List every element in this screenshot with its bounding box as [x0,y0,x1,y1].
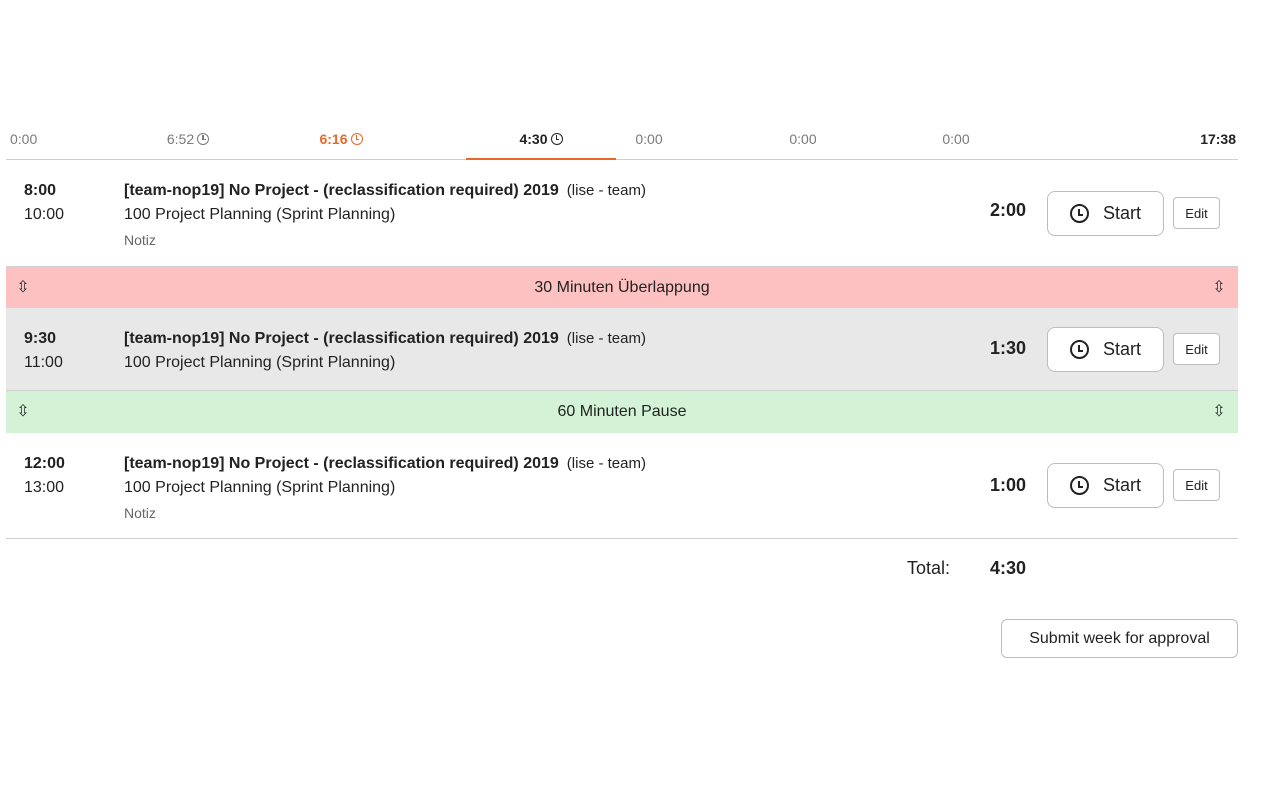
entry-org: (lise - team) [566,330,646,347]
entry-start-time: 8:00 [24,182,57,199]
entry-end-time: 11:00 [24,354,63,371]
day-tab-hours: 0:00 [942,130,970,147]
start-button-label: Start [1102,475,1141,495]
week-total: 17:38 [1158,118,1238,159]
entry-task: 100 Project Planning (Sprint Planning) [124,206,396,223]
edit-entry-button[interactable]: Edit [1173,333,1220,365]
entry-info: [team-nop19] No Project - (reclassificat… [124,452,646,526]
day-tab-warning[interactable]: 6:16 [266,118,416,159]
entry-info: [team-nop19] No Project - (reclassificat… [124,179,646,253]
start-button-label: Start [1102,339,1141,359]
clock-icon [350,132,363,145]
resize-vertical-icon[interactable]: ⇳ [16,278,30,298]
overlap-indicator: ⇳ 30 Minuten Überlappung ⇳ [6,266,1238,308]
day-tab[interactable]: 0:00 [574,118,724,159]
entry-duration: 1:30 [990,338,1027,358]
entry-task: 100 Project Planning (Sprint Planning) [124,479,396,496]
start-timer-button[interactable]: Start [1047,463,1164,508]
entry-project-title: [team-nop19] No Project - (reclassificat… [124,330,559,347]
entry-duration: 1:00 [990,475,1027,495]
submit-week-button[interactable]: Submit week for approval [1001,619,1238,658]
start-button-label: Start [1102,203,1141,223]
entry-org: (lise - team) [566,182,646,199]
day-tab-hours: 0:00 [635,130,663,147]
edit-entry-button[interactable]: Edit [1173,469,1220,501]
entry-start-time: 12:00 [24,455,65,472]
entry-duration: 2:00 [990,200,1027,220]
resize-vertical-icon[interactable]: ⇳ [1212,402,1226,422]
total-value: 4:30 [990,558,1027,578]
day-tab-strip: 0:00 6:52 6:16 4:30 0:00 0:00 0:00 17:38 [6,118,1238,160]
time-entry[interactable]: 12:00 13:00 [team-nop19] No Project - (r… [6,433,1238,539]
entry-end-time: 13:00 [24,479,65,496]
total-label: Total: [907,558,951,578]
entry-note: Notiz [124,232,156,248]
time-entry-selected[interactable]: 9:30 11:00 [team-nop19] No Project - (re… [6,308,1238,391]
start-timer-button[interactable]: Start [1047,191,1164,236]
day-tab-hours: 4:30 [519,130,548,147]
entry-times: 9:30 11:00 [24,327,63,375]
pause-label: 60 Minuten Pause [557,403,687,420]
entry-note: Notiz [124,505,156,521]
entry-end-time: 10:00 [24,206,65,223]
pause-indicator: ⇳ 60 Minuten Pause ⇳ [6,391,1238,433]
clock-icon [1069,340,1089,359]
day-tab-hours: 0:00 [789,130,817,147]
time-entry[interactable]: 8:00 10:00 [team-nop19] No Project - (re… [6,160,1238,266]
entry-info: [team-nop19] No Project - (reclassificat… [124,327,646,375]
resize-vertical-icon[interactable]: ⇳ [16,402,30,422]
day-tab-hours: 6:52 [166,130,195,147]
edit-entry-button[interactable]: Edit [1173,197,1220,229]
day-tab-hours: 0:00 [10,130,38,147]
day-tab[interactable]: 0:00 [6,118,66,159]
entry-times: 12:00 13:00 [24,452,65,500]
day-tab[interactable]: 0:00 [881,118,1031,159]
entry-start-time: 9:30 [24,330,57,347]
clock-icon [197,132,210,145]
entry-project-title: [team-nop19] No Project - (reclassificat… [124,455,559,472]
start-timer-button[interactable]: Start [1047,327,1164,372]
entry-times: 8:00 10:00 [24,179,64,227]
day-tab-hours: 6:16 [319,130,348,147]
clock-icon [1069,204,1089,223]
entry-task: 100 Project Planning (Sprint Planning) [124,354,396,371]
clock-icon [550,132,563,145]
week-total-value: 17:38 [1200,130,1236,147]
entry-project-title: [team-nop19] No Project - (reclassificat… [124,182,559,199]
day-tab[interactable]: 6:52 [113,118,263,159]
entry-org: (lise - team) [566,455,646,472]
clock-icon [1069,476,1089,495]
overlap-label: 30 Minuten Überlappung [534,278,710,296]
resize-vertical-icon[interactable]: ⇳ [1212,278,1226,298]
day-tab[interactable]: 0:00 [728,118,878,159]
